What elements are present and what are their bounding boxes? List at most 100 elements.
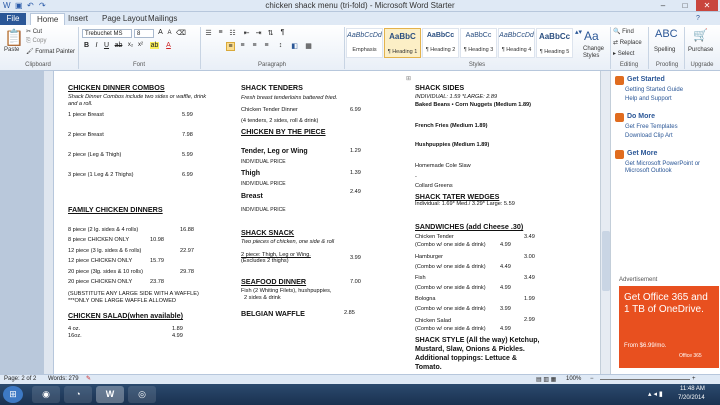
style-heading-5[interactable]: AaBbCc ¶ Heading 5 [536, 28, 573, 58]
get-ms-link[interactable]: Get Microsoft PowerPoint or Microsoft Ou… [625, 161, 717, 175]
chicken-by-piece-heading: CHICKEN BY THE PIECE [241, 127, 326, 136]
change-styles-icon[interactable]: Aa [584, 29, 599, 43]
spelling-button[interactable]: Spelling [654, 47, 675, 53]
word-app-icon[interactable]: W [3, 1, 13, 11]
line-spacing-icon[interactable]: ↕ [276, 42, 285, 49]
change-styles-button[interactable]: Change Styles [583, 46, 607, 60]
clock-time[interactable]: 11:48 AM [680, 386, 705, 392]
zoom-slider[interactable] [600, 379, 690, 380]
align-center-button[interactable]: ≡ [238, 42, 247, 49]
paste-icon[interactable]: 📋 [4, 28, 24, 48]
font-name-select[interactable]: Trebuchet MS [82, 29, 132, 38]
sandwich-name: Hamburger [415, 254, 443, 260]
help-support-link[interactable]: Help and Support [625, 96, 672, 102]
multilevel-icon[interactable]: ☷ [228, 29, 237, 37]
style-heading-1[interactable]: AaBbC ¶ Heading 1 [384, 28, 421, 58]
zoom-out-icon[interactable]: − [590, 376, 594, 382]
clock-date[interactable]: 7/20/2014 [678, 395, 705, 401]
left-gutter [0, 71, 44, 374]
bullets-icon[interactable]: ☰ [204, 29, 213, 37]
close-button[interactable]: ✕ [696, 0, 718, 11]
waffle-price: 2.85 [344, 310, 355, 316]
grow-font-icon[interactable]: A [156, 29, 165, 36]
purchase-button[interactable]: Purchase [688, 47, 713, 53]
tray-icons[interactable]: ▴ ◂ ▮ [648, 390, 663, 398]
combo-item-price: 6.99 [182, 172, 193, 178]
shading-icon[interactable]: ◧ [290, 42, 299, 50]
page-count[interactable]: Page: 2 of 2 [4, 376, 36, 382]
numbering-icon[interactable]: ≡ [216, 29, 225, 36]
zoom-level[interactable]: 100% [566, 376, 581, 382]
copy-button[interactable]: ⎘ Copy [26, 38, 46, 45]
taskbar-chrome-icon[interactable]: ◉ [32, 386, 60, 403]
scrollbar-thumb[interactable] [602, 231, 610, 291]
salad-item-name: 4 oz. [68, 326, 81, 332]
styles-scroll-icon[interactable]: ▴▾ [575, 28, 582, 36]
justify-button[interactable]: ≡ [262, 42, 271, 49]
sandwich-price: 1.99 [524, 296, 535, 302]
vertical-ruler[interactable] [44, 71, 54, 374]
save-icon[interactable]: ▣ [15, 1, 25, 11]
italic-button[interactable]: I [92, 42, 101, 49]
subscript-button[interactable]: x₂ [126, 42, 135, 48]
proofing-error-icon[interactable]: ✎ [86, 375, 91, 382]
replace-button[interactable]: ⇄ Replace [613, 39, 642, 46]
style-emphasis[interactable]: AaBbCcDd Emphasis [346, 28, 383, 58]
vertical-scrollbar[interactable] [600, 71, 610, 374]
clear-format-icon[interactable]: ⌫ [176, 29, 186, 37]
show-marks-icon[interactable]: ¶ [278, 29, 287, 36]
redo-icon[interactable]: ↷ [39, 1, 49, 11]
style-heading-2[interactable]: AaBbCc ¶ Heading 2 [422, 28, 459, 58]
undo-icon[interactable]: ↶ [27, 1, 37, 11]
tab-home[interactable]: Home [30, 13, 66, 25]
zoom-in-icon[interactable]: + [692, 376, 696, 382]
decrease-indent-icon[interactable]: ⇤ [242, 29, 251, 37]
tab-insert[interactable]: Insert [62, 13, 94, 25]
word-count[interactable]: Words: 279 [48, 376, 79, 382]
tab-mailings[interactable]: Mailings [142, 13, 183, 25]
snack-item-note: (Excludes 2 thighs) [241, 258, 289, 264]
tab-file[interactable]: File [0, 13, 26, 25]
get-templates-link[interactable]: Get Free Templates [625, 124, 678, 130]
increase-indent-icon[interactable]: ⇥ [254, 29, 263, 37]
font-size-select[interactable]: 8 [134, 29, 154, 38]
help-icon[interactable]: ? [690, 13, 706, 25]
clip-art-link[interactable]: Download Clip Art [625, 133, 673, 139]
align-right-button[interactable]: ≡ [250, 42, 259, 49]
strikethrough-button[interactable]: ab [114, 42, 123, 49]
font-color-icon[interactable]: A [164, 42, 173, 49]
document-page[interactable]: ⊞ CHICKEN DINNER COMBOS Shack Dinner Com… [54, 71, 605, 374]
highlight-icon[interactable]: ab [150, 42, 159, 49]
bold-button[interactable]: B [82, 42, 91, 49]
spelling-icon[interactable]: ABC [655, 28, 678, 40]
shrink-font-icon[interactable]: A [165, 30, 174, 36]
paste-button[interactable]: Paste [4, 47, 19, 53]
sort-icon[interactable]: ⇅ [266, 29, 275, 37]
align-left-button[interactable]: ≡ [226, 42, 235, 51]
cut-button[interactable]: ✂ Cut [26, 28, 42, 35]
group-label-font: Font [132, 62, 145, 68]
combo-item-price: 5.99 [182, 152, 193, 158]
start-button[interactable]: ⊞ [3, 386, 23, 403]
format-painter-button[interactable]: 🖌 Format Painter [26, 48, 75, 55]
minimize-button[interactable]: – [652, 0, 674, 11]
find-button[interactable]: 🔍 Find [613, 28, 634, 35]
purchase-icon[interactable]: 🛒 [693, 28, 708, 42]
taskbar-word-icon[interactable]: W [96, 386, 124, 403]
getting-started-link[interactable]: Getting Started Guide [625, 87, 683, 93]
view-buttons-icon[interactable]: ▤ ▥ ▦ [536, 376, 556, 383]
combo-item-name: 2 piece (Leg & Thigh) [68, 152, 122, 158]
combo-item-price: 7.98 [182, 132, 193, 138]
select-button[interactable]: ▸ Select [613, 50, 634, 57]
window-title: chicken shack menu (tri-fold) - Microsof… [265, 1, 455, 10]
superscript-button[interactable]: x² [136, 42, 145, 48]
office365-ad[interactable]: Get Office 365 and 1 TB of OneDrive. Fro… [619, 286, 719, 368]
borders-icon[interactable]: ▦ [304, 42, 313, 50]
style-heading-4[interactable]: AaBbCcDd ¶ Heading 4 [498, 28, 535, 58]
style-heading-3[interactable]: AaBbCc ¶ Heading 3 [460, 28, 497, 58]
taskbar-chat-icon[interactable]: ◔ [64, 386, 92, 403]
maximize-button[interactable]: □ [674, 0, 696, 11]
taskbar-camera-icon[interactable]: ◎ [128, 386, 156, 403]
underline-button[interactable]: U [102, 42, 111, 49]
table-move-handle-icon[interactable]: ⊞ [406, 75, 411, 82]
